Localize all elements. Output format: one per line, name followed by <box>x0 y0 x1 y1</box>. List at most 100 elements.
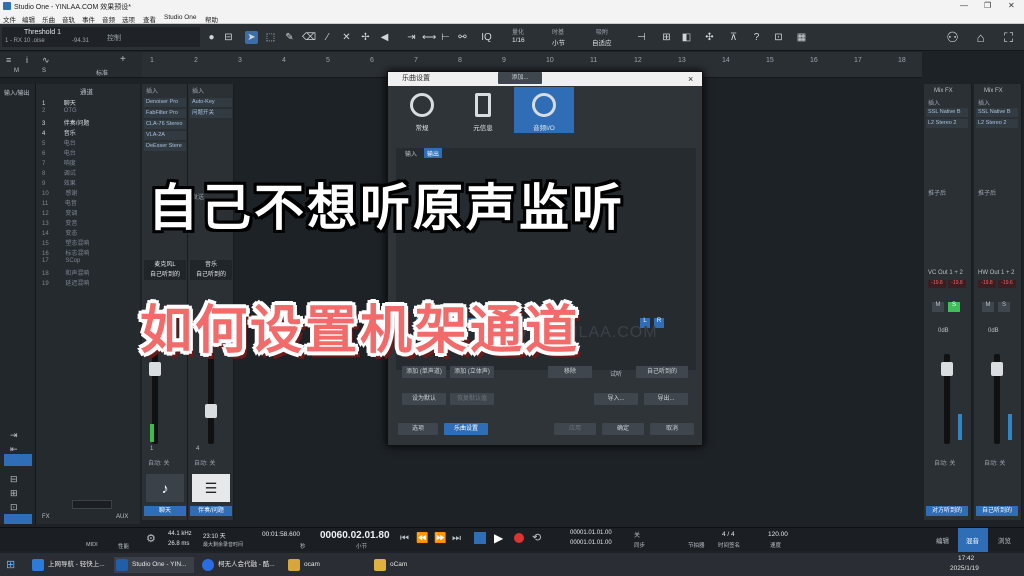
insert-slot[interactable]: L2 Stereo 2 <box>976 119 1018 128</box>
track-row[interactable]: 3 伴奏/问题 <box>42 118 138 128</box>
clock-date[interactable]: 2025/1/19 <box>950 565 979 572</box>
edit-tab[interactable]: 编辑 <box>936 535 949 545</box>
insert-slot[interactable]: Denoiser Pro <box>144 98 186 107</box>
volume-fader-knob[interactable] <box>205 404 217 418</box>
input-select[interactable]: 音乐 <box>190 260 232 270</box>
fx-icon[interactable]: FX <box>42 514 50 520</box>
quantize-value[interactable]: 1/16 <box>512 37 525 44</box>
menu-help[interactable]: 帮助 <box>205 14 218 24</box>
automation-label[interactable]: 自动: 关 <box>934 458 955 467</box>
rewind-icon[interactable]: ⏪ <box>416 533 428 544</box>
tab-audio-io[interactable]: 音频I/O <box>514 87 574 133</box>
track-row[interactable]: 2 OTG <box>42 108 138 118</box>
mute-tool-icon[interactable]: ✕ <box>340 31 353 44</box>
restore-default-button[interactable]: 恢复默认值 <box>450 393 494 405</box>
loop-back-icon[interactable]: ⏮ <box>400 533 409 544</box>
nudge-icon[interactable]: ◧ <box>680 31 693 44</box>
insert-slot[interactable]: VLA-2A <box>144 131 186 140</box>
follow-icon[interactable]: ⇥ <box>405 31 418 44</box>
split-icon[interactable]: ⊟ <box>222 31 235 44</box>
menu-file[interactable]: 文件 <box>3 14 16 24</box>
track-row[interactable]: 9 效果 <box>42 178 138 188</box>
song-settings-button[interactable]: 乐曲设置 <box>444 423 488 435</box>
cursor-icon[interactable]: ✣ <box>703 31 716 44</box>
scissor-icon[interactable]: ⊼ <box>727 31 740 44</box>
play-icon[interactable]: ▶ <box>494 531 503 545</box>
dialog-close-button[interactable]: × <box>688 72 693 86</box>
taskbar-item[interactable]: oCam <box>372 557 452 573</box>
apply-button[interactable]: 应用 <box>554 423 596 435</box>
solo-button[interactable]: S <box>998 302 1010 312</box>
aux-icon[interactable]: AUX <box>116 514 128 520</box>
channel-name[interactable]: 聊天 <box>144 506 186 516</box>
insert-slot[interactable]: DeEsser Stere <box>144 142 186 151</box>
taskbar-item[interactable]: ocam <box>286 557 366 573</box>
drums-icon[interactable]: ⊡ <box>10 502 18 513</box>
snap-icon[interactable]: ⊢ <box>439 31 452 44</box>
set-default-button[interactable]: 设为默认 <box>402 393 446 405</box>
volume-fader-knob[interactable] <box>941 362 953 376</box>
export-button[interactable]: 导出... <box>644 393 688 405</box>
insert-slot[interactable]: FabFilter Pro <box>144 109 186 118</box>
zoom-icon[interactable]: ⟷ <box>422 31 436 44</box>
ok-button[interactable]: 确定 <box>602 423 644 435</box>
import-button[interactable]: 导入... <box>594 393 638 405</box>
loop-icon[interactable]: ⟲ <box>532 531 541 544</box>
remove-button[interactable]: 移除 <box>548 366 592 378</box>
add-stereo-button[interactable]: 添加 (立体声) <box>450 366 494 378</box>
insert-slot[interactable]: 问题开关 <box>190 109 232 118</box>
track-search-input[interactable] <box>72 500 112 509</box>
track-row[interactable]: 10 感谢 <box>42 188 138 198</box>
standard-label[interactable]: 标准 <box>96 68 108 77</box>
timebase-value[interactable]: 小节 <box>552 37 565 47</box>
track-row[interactable]: 11 电音 <box>42 198 138 208</box>
arrow-tool-icon[interactable]: ➤ <box>245 31 258 44</box>
menu-studio-one[interactable]: Studio One <box>164 14 197 21</box>
mute-button[interactable]: M <box>982 302 994 312</box>
options-button[interactable]: 选项 <box>398 423 438 435</box>
marker-icon[interactable]: ⊣ <box>635 31 648 44</box>
home-icon[interactable]: ⌂ <box>974 31 987 44</box>
record-button-icon[interactable] <box>514 533 524 543</box>
menu-audio[interactable]: 音频 <box>102 14 115 24</box>
eraser-tool-icon[interactable]: ⌫ <box>302 31 316 44</box>
solo-all-label[interactable]: S <box>42 68 46 74</box>
loop-start[interactable]: 00001.01.01.00 <box>570 530 612 536</box>
output-select[interactable]: 自己听到的 <box>190 270 232 280</box>
time-signature[interactable]: 4 / 4 <box>722 531 735 538</box>
preset-display[interactable]: Threshold 1 1 - RX 10 .oise -94.31 控制 <box>2 27 200 47</box>
track-row[interactable]: 7 响度 <box>42 158 138 168</box>
mute-button[interactable]: M <box>932 302 944 312</box>
add-track-icon[interactable]: + <box>120 54 126 65</box>
windows-start-icon[interactable]: ⊞ <box>6 558 15 571</box>
loop-icon[interactable]: ⊞ <box>660 31 673 44</box>
track-row[interactable]: 15 塑态混响 <box>42 238 138 248</box>
output-select[interactable]: 自己听到的 <box>144 270 186 280</box>
volume-fader-knob[interactable] <box>991 362 1003 376</box>
automation-label[interactable]: 自动: 关 <box>194 458 215 467</box>
tab-inputs[interactable]: 输入 <box>402 148 420 158</box>
menu-song[interactable]: 乐曲 <box>42 14 55 24</box>
tab-outputs[interactable]: 输出 <box>424 148 443 158</box>
grid-icon[interactable]: ⊡ <box>772 31 785 44</box>
add-mono-button[interactable]: 添加 (单声道) <box>402 366 446 378</box>
listen-tool-icon[interactable]: ◀ <box>378 31 391 44</box>
pencil-tool-icon[interactable]: ✎ <box>283 31 296 44</box>
track-row[interactable]: 1 聊天 <box>42 98 138 108</box>
insert-slot[interactable]: L2 Stereo 2 <box>926 119 968 128</box>
bend-tool-icon[interactable]: ✢ <box>359 31 372 44</box>
track-row[interactable]: 17 SCop <box>42 258 138 268</box>
song-position[interactable]: 00060.02.01.80 <box>320 530 390 541</box>
expand-icon[interactable]: ⇥ <box>10 430 18 441</box>
taskbar-item[interactable]: 柯无人会代融 - 酷... <box>200 557 280 573</box>
menu-event[interactable]: 事件 <box>82 14 95 24</box>
menu-track[interactable]: 音轨 <box>62 14 75 24</box>
snap-value[interactable]: 自适应 <box>592 37 612 47</box>
settings-icon[interactable]: ⚙ <box>146 532 156 545</box>
iq-icon[interactable]: IQ <box>480 31 493 44</box>
output-channel-name[interactable]: 对方听到的 <box>926 506 968 516</box>
fullscreen-icon[interactable]: ⛶ <box>1002 31 1015 44</box>
sync-off[interactable]: 关 <box>634 530 640 539</box>
menu-edit[interactable]: 编辑 <box>22 14 35 24</box>
view-icon[interactable]: ▦ <box>795 31 808 44</box>
